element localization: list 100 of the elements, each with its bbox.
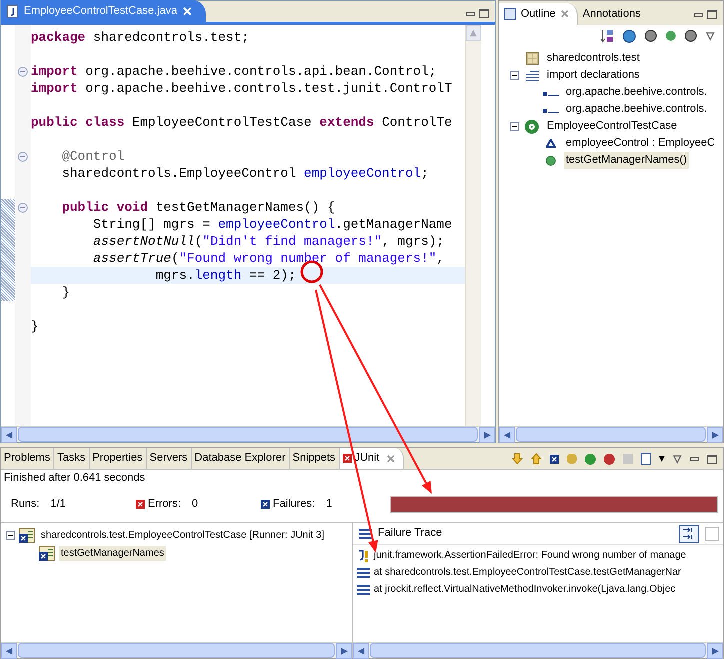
outline-item[interactable]: testGetManagerNames(): [564, 152, 690, 169]
menu-icon[interactable]: [706, 32, 715, 40]
code-line: import org.apache.beehive.controls.test.junit.ControlT: [31, 81, 452, 96]
scroll-thumb[interactable]: [18, 643, 335, 658]
test-suite-icon: [19, 528, 35, 542]
rerun-icon[interactable]: [585, 454, 596, 464]
fold-icon[interactable]: [18, 202, 28, 212]
maximize-icon[interactable]: [479, 9, 489, 18]
warning-icon: [357, 548, 370, 562]
scroll-left-icon[interactable]: [6, 648, 12, 654]
test-tree-item[interactable]: sharedcontrols.test.EmployeeControlTestCase [Runner: JUnit 3]: [39, 528, 326, 542]
scroll-right-icon[interactable]: [340, 648, 348, 654]
view-tab[interactable]: Problems: [1, 448, 54, 469]
counter-label: Failures:: [273, 496, 316, 512]
outline-item[interactable]: import declarations: [545, 67, 642, 84]
code-line: public void testGetManagerNames() {: [61, 200, 336, 215]
code-line: String[] mgrs = employeeControl.getManagerName: [92, 217, 452, 232]
code-line: public class EmployeeControlTestCase extends ControlTe: [31, 115, 452, 130]
outline-item[interactable]: org.apache.beehive.controls.: [564, 84, 710, 101]
view-tab[interactable]: Tasks: [54, 448, 90, 469]
stack-frame-icon: [359, 528, 372, 538]
code-line: package sharedcontrols.test;: [31, 30, 250, 45]
view-tab[interactable]: JUnit: [340, 448, 404, 469]
outline-item[interactable]: org.apache.beehive.controls.: [564, 101, 710, 118]
highlight-circle: [300, 260, 324, 284]
counter-label: Errors:: [148, 496, 181, 512]
java-file-icon: [7, 4, 18, 18]
counter-value: 1: [326, 496, 332, 512]
class-icon: [525, 120, 539, 134]
import-icon: [543, 106, 559, 112]
scroll-right-icon[interactable]: [712, 648, 718, 654]
code-line: }: [61, 285, 70, 300]
fold-icon[interactable]: [18, 152, 28, 162]
minimize-icon[interactable]: [466, 12, 475, 16]
hide-fields-icon[interactable]: [623, 30, 636, 42]
menu-icon[interactable]: [673, 454, 682, 464]
scroll-left-icon[interactable]: [504, 432, 510, 438]
outline-icon: [504, 8, 516, 20]
outline-item[interactable]: employeeControl : EmployeeC: [564, 135, 718, 152]
maximize-icon[interactable]: [707, 454, 717, 464]
collapse-icon[interactable]: [6, 530, 14, 540]
stack-frame-icon: [357, 568, 370, 578]
code-line: sharedcontrols.EmployeeControl employeeControl;: [61, 166, 429, 181]
code-line: assertTrue("Found wrong number of managers!",: [92, 251, 445, 266]
counter-value: 0: [192, 496, 198, 512]
junit-icon: [342, 454, 352, 463]
trace-line[interactable]: at jrockit.reflect.VirtualNativeMethodInvoker.invoke(Ljava.lang.Objec: [374, 582, 676, 597]
collapse-icon[interactable]: [510, 71, 518, 80]
view-tab[interactable]: Database Explorer: [192, 448, 290, 469]
test-case-icon: [39, 546, 55, 560]
outline-item[interactable]: sharedcontrols.test: [545, 50, 642, 67]
import-icon: [543, 90, 559, 96]
counter-value: 1/1: [50, 496, 66, 512]
dropdown-icon[interactable]: [659, 456, 665, 462]
test-tree-item[interactable]: testGetManagerNames: [59, 546, 166, 560]
outline-item[interactable]: EmployeeControlTestCase: [545, 118, 680, 135]
counter-label: Runs:: [11, 496, 40, 512]
scroll-left-icon[interactable]: [6, 432, 12, 438]
scroll-thumb[interactable]: [516, 427, 706, 442]
code-line: import org.apache.beehive.controls.api.bean.Control;: [31, 64, 437, 79]
up-arrow-icon[interactable]: [531, 453, 542, 465]
hide-static-icon[interactable]: [645, 30, 657, 42]
view-tab[interactable]: Servers: [146, 448, 192, 469]
code-line: assertNotNull("Didn't find managers!", mgrs);: [92, 234, 444, 249]
code-line: @Control: [61, 149, 125, 164]
history-icon[interactable]: [641, 453, 651, 465]
horizontal-scrollbar[interactable]: [1, 642, 352, 658]
scroll-right-icon[interactable]: [712, 432, 718, 438]
error-icon: [136, 500, 145, 508]
failure-icon: [261, 500, 270, 508]
down-arrow-icon[interactable]: [512, 453, 523, 465]
status-text: Finished after 0.641 seconds: [4, 470, 146, 486]
collapse-icon[interactable]: [510, 122, 518, 131]
editor-tab[interactable]: EmployeeControlTestCase.java: [1, 0, 206, 22]
fold-icon[interactable]: [18, 66, 28, 76]
trace-line[interactable]: at sharedcontrols.test.EmployeeControlTestCase.testGetManagerNar: [374, 565, 682, 580]
failures-only-icon: [550, 454, 559, 464]
code-line: mgrs.length == 2);: [154, 268, 296, 283]
minimize-icon[interactable]: [694, 13, 703, 17]
filter-trace-icon[interactable]: [679, 524, 699, 542]
triangle-icon: [546, 139, 556, 148]
close-icon[interactable]: [560, 10, 569, 18]
vertical-scrollbar[interactable]: [465, 25, 481, 426]
code-line: }: [31, 319, 39, 334]
minimize-icon[interactable]: [690, 457, 699, 461]
scroll-left-icon[interactable]: [358, 648, 364, 654]
view-tab[interactable]: Outline: [499, 3, 578, 25]
maximize-icon[interactable]: [707, 10, 717, 19]
close-icon[interactable]: [386, 454, 395, 462]
sort-icon[interactable]: [600, 29, 614, 43]
trace-line[interactable]: junit.framework.AssertionFailedError: Found wrong number of manage: [374, 548, 686, 563]
rerun-failed-icon[interactable]: [604, 454, 615, 464]
stack-frame-icon: [357, 584, 370, 594]
package-icon: [526, 52, 538, 65]
horizontal-scrollbar[interactable]: [499, 426, 723, 442]
trace-title: Failure Trace: [378, 526, 442, 542]
view-tab[interactable]: Properties: [90, 448, 147, 469]
imports-icon: [526, 70, 538, 82]
scroll-right-icon[interactable]: [484, 432, 490, 438]
hide-local-icon[interactable]: [685, 30, 697, 42]
